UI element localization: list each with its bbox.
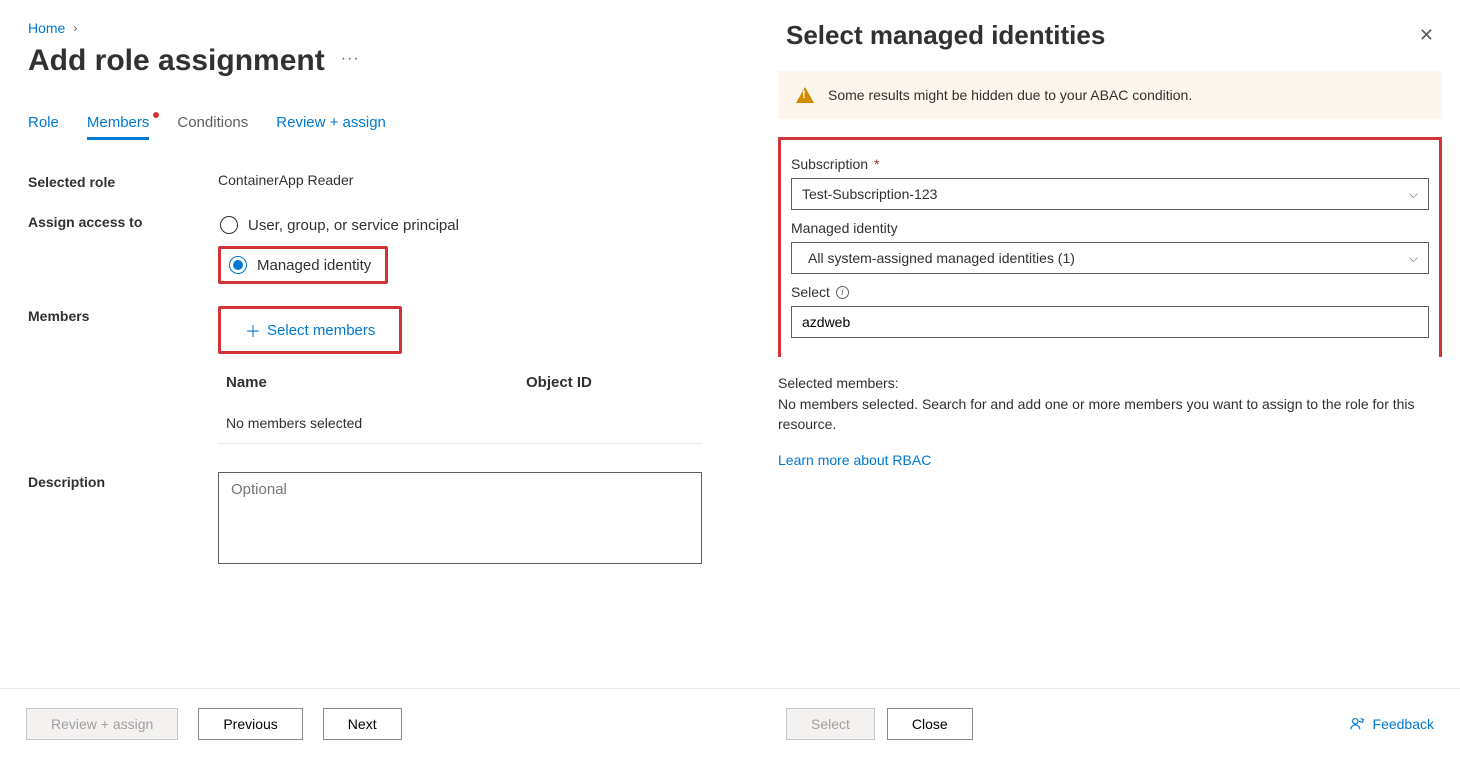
selected-role-value: ContainerApp Reader <box>218 172 702 188</box>
description-input[interactable] <box>218 472 702 564</box>
radio-user-group[interactable]: User, group, or service principal <box>218 212 702 238</box>
radio-unchecked-icon <box>220 216 238 234</box>
subscription-label: Subscription* <box>791 156 1429 172</box>
notification-dot-icon <box>153 112 159 118</box>
radio-managed-identity[interactable]: Managed identity <box>229 252 377 278</box>
info-icon[interactable]: i <box>836 286 849 299</box>
selected-members-label: Selected members: <box>778 375 1442 391</box>
members-label: Members <box>28 306 218 324</box>
previous-button[interactable]: Previous <box>198 708 302 740</box>
description-label: Description <box>28 472 218 490</box>
select-members-button[interactable]: ＋ Select members <box>229 312 391 348</box>
members-empty-row: No members selected <box>218 403 702 444</box>
breadcrumb: Home › <box>28 20 702 36</box>
panel-select-button[interactable]: Select <box>786 708 875 740</box>
tab-members[interactable]: Members <box>87 114 150 140</box>
column-name: Name <box>226 374 526 391</box>
chevron-down-icon: ⌵ <box>1409 187 1418 202</box>
tab-review[interactable]: Review + assign <box>276 114 386 140</box>
feedback-link[interactable]: Feedback <box>1349 715 1434 733</box>
chevron-right-icon: › <box>73 21 77 35</box>
selected-role-label: Selected role <box>28 172 218 190</box>
panel-close-button[interactable]: Close <box>887 708 973 740</box>
tabs: Role Members Conditions Review + assign <box>28 114 702 140</box>
panel-title: Select managed identities <box>786 20 1105 51</box>
feedback-icon <box>1349 715 1367 733</box>
select-label: Select i <box>791 284 1429 300</box>
warning-banner: Some results might be hidden due to your… <box>778 71 1442 119</box>
subscription-dropdown[interactable]: Test-Subscription-123 ⌵ <box>791 178 1429 210</box>
selected-members-description: No members selected. Search for and add … <box>778 395 1442 434</box>
radio-checked-icon <box>229 256 247 274</box>
tab-conditions[interactable]: Conditions <box>177 114 248 140</box>
page-title: Add role assignment <box>28 44 325 78</box>
select-search-input[interactable] <box>791 306 1429 338</box>
breadcrumb-home[interactable]: Home <box>28 20 65 36</box>
warning-icon <box>796 87 814 103</box>
close-icon[interactable]: ✕ <box>1419 25 1434 46</box>
review-assign-button[interactable]: Review + assign <box>26 708 178 740</box>
learn-more-link[interactable]: Learn more about RBAC <box>778 452 931 468</box>
column-object-id: Object ID <box>526 374 592 391</box>
managed-identity-label: Managed identity <box>791 220 1429 236</box>
assign-access-label: Assign access to <box>28 212 218 230</box>
tab-role[interactable]: Role <box>28 114 59 140</box>
next-button[interactable]: Next <box>323 708 402 740</box>
side-panel: Select managed identities ✕ Some results… <box>760 0 1460 758</box>
plus-icon: ＋ <box>245 318 261 342</box>
more-icon[interactable]: ··· <box>341 50 360 72</box>
managed-identity-dropdown[interactable]: All system-assigned managed identities (… <box>791 242 1429 274</box>
chevron-down-icon: ⌵ <box>1409 251 1418 266</box>
